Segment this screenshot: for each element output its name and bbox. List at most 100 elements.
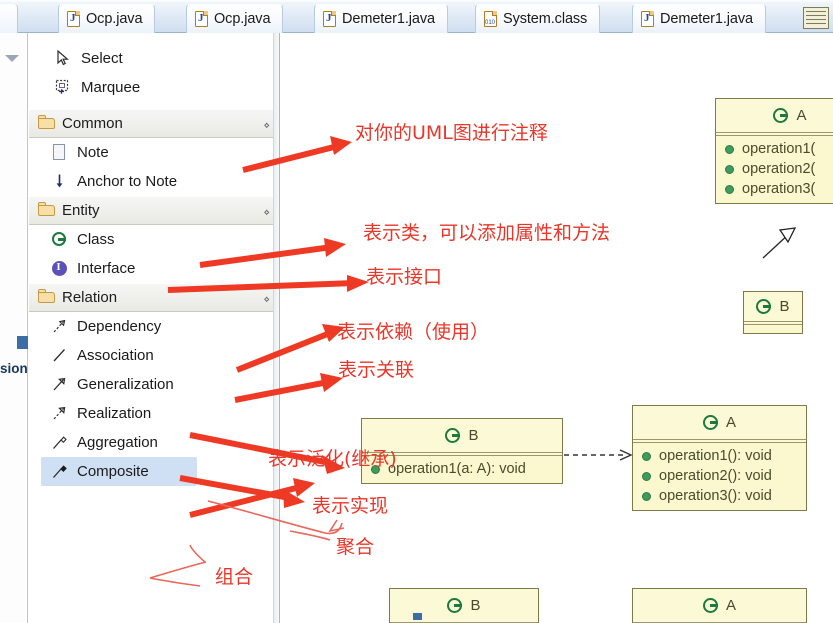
dependency-arrow-icon bbox=[51, 318, 68, 335]
uml-class-header: A bbox=[633, 589, 806, 623]
palette-item-label: Aggregation bbox=[77, 434, 158, 451]
palette-tool-label: Select bbox=[81, 50, 123, 67]
palette-item-anchor-to-note[interactable]: Anchor to Note bbox=[29, 167, 279, 196]
palette-item-label: Class bbox=[77, 231, 115, 248]
palette-item-label: Dependency bbox=[77, 318, 162, 335]
palette-item-label: Interface bbox=[77, 260, 136, 277]
uml-operations: operation1( operation2( operation3( bbox=[716, 136, 833, 203]
realization-arrow-icon bbox=[51, 405, 68, 422]
uml-operation-label: operation1(a: A): void bbox=[388, 461, 526, 477]
class-icon bbox=[445, 427, 461, 444]
composite-diamond-icon bbox=[51, 463, 68, 480]
palette-item-label: Composite bbox=[77, 463, 149, 480]
marquee-select-icon bbox=[55, 79, 72, 96]
anchor-arrow-icon bbox=[51, 173, 68, 190]
uml-operation: operation3( bbox=[716, 179, 833, 199]
uml-operation: operation1( bbox=[716, 139, 833, 159]
editor-tab-4[interactable]: J Demeter1.java bbox=[632, 4, 766, 33]
uml-operation-label: operation1(): void bbox=[659, 448, 772, 464]
palette-spacer bbox=[29, 102, 279, 109]
class-icon bbox=[702, 597, 719, 614]
palette-item-label: Note bbox=[77, 144, 109, 161]
palette-group-common[interactable]: Common ‹› bbox=[29, 109, 279, 138]
annotation-class: 表示类，可以添加属性和方法 bbox=[363, 222, 611, 244]
annotation-association: 表示关联 bbox=[338, 359, 415, 381]
annotation-dependency: 表示依赖（使用） bbox=[337, 321, 490, 343]
uml-class-a-bottom[interactable]: A bbox=[632, 588, 807, 623]
class-file-icon: 010 bbox=[484, 11, 497, 27]
uml-class-header: B bbox=[390, 589, 538, 623]
palette-item-composite[interactable]: Composite bbox=[41, 457, 197, 486]
java-file-icon: J bbox=[67, 11, 80, 27]
folder-icon bbox=[38, 115, 55, 132]
palette-item-generalization[interactable]: Generalization bbox=[29, 370, 279, 399]
clipped-left-view: sion ility bbox=[0, 33, 28, 623]
collapse-pin-icon[interactable]: ‹› bbox=[263, 205, 269, 219]
folder-icon bbox=[38, 202, 55, 219]
palette-top-spacer bbox=[29, 33, 279, 44]
uml-class-name: A bbox=[725, 597, 736, 614]
uml-class-header: A bbox=[716, 99, 833, 133]
editor-tab-bar: J Ocp.java J Ocp.java J Demeter1.java 01… bbox=[0, 0, 833, 33]
palette-item-association[interactable]: Association bbox=[29, 341, 279, 370]
uml-class-header: A bbox=[633, 406, 806, 440]
annotation-interface: 表示接口 bbox=[366, 266, 443, 288]
palette-item-label: Realization bbox=[77, 405, 152, 422]
palette-item-class[interactable]: Class bbox=[29, 225, 279, 254]
palette-item-label: Generalization bbox=[77, 376, 174, 393]
palette-group-relation[interactable]: Relation ‹› bbox=[29, 283, 279, 312]
editor-tab-label: Ocp.java bbox=[86, 11, 143, 27]
palette-group-label: Entity bbox=[62, 202, 100, 219]
uml-class-name: B bbox=[468, 427, 479, 444]
uml-operation: operation2( bbox=[716, 159, 833, 179]
chevron-down-icon[interactable] bbox=[5, 55, 19, 62]
editor-tab-1[interactable]: J Ocp.java bbox=[186, 4, 284, 33]
palette-tool-marquee[interactable]: Marquee bbox=[29, 73, 279, 102]
editor-tab-0[interactable]: J Ocp.java bbox=[58, 4, 156, 33]
editor-tab-2[interactable]: J Demeter1.java bbox=[314, 4, 448, 33]
class-icon bbox=[756, 298, 772, 315]
aggregation-diamond-icon bbox=[51, 434, 68, 451]
palette-item-note[interactable]: Note bbox=[29, 138, 279, 167]
palette-item-interface[interactable]: I Interface bbox=[29, 254, 279, 283]
palette-tool-select[interactable]: Select bbox=[29, 44, 279, 73]
palette-item-realization[interactable]: Realization bbox=[29, 399, 279, 428]
interface-icon: I bbox=[51, 260, 68, 277]
uml-class-a-top[interactable]: A operation1( operation2( operation3( bbox=[715, 98, 833, 204]
uml-class-name: B bbox=[470, 597, 481, 614]
editor-tab-label: Demeter1.java bbox=[660, 11, 753, 27]
editor-tab-3[interactable]: 010 System.class bbox=[475, 4, 601, 33]
palette-item-label: Anchor to Note bbox=[77, 173, 178, 190]
class-icon bbox=[51, 231, 68, 248]
uml-class-b-bottom[interactable]: B bbox=[389, 588, 539, 623]
palette-group-label: Relation bbox=[62, 289, 118, 306]
class-icon bbox=[773, 107, 789, 124]
uml-operations bbox=[744, 325, 802, 333]
palette-group-entity[interactable]: Entity ‹› bbox=[29, 196, 279, 225]
application-window: J Ocp.java J Ocp.java J Demeter1.java 01… bbox=[0, 0, 833, 623]
palette-group-label: Common bbox=[62, 115, 123, 132]
public-visibility-icon bbox=[642, 491, 651, 501]
annotation-composite: 组合 bbox=[215, 566, 254, 588]
cursor-arrow-icon bbox=[55, 50, 72, 67]
tab-partial-left[interactable] bbox=[0, 4, 18, 33]
collapse-pin-icon[interactable]: ‹› bbox=[263, 292, 269, 306]
editor-tab-label: Ocp.java bbox=[214, 11, 271, 27]
palette-item-label: Association bbox=[77, 347, 154, 364]
uml-class-name: B bbox=[779, 298, 790, 315]
association-line-icon bbox=[51, 347, 68, 364]
palette-item-aggregation[interactable]: Aggregation bbox=[29, 428, 279, 457]
uml-class-a-mid[interactable]: A operation1(): void operation2(): void … bbox=[632, 405, 807, 511]
uml-operation-label: operation2(): void bbox=[659, 468, 772, 484]
uml-class-b-top[interactable]: B bbox=[743, 291, 803, 334]
editor-list-icon[interactable] bbox=[803, 7, 829, 29]
folder-icon bbox=[38, 289, 55, 306]
collapse-pin-icon[interactable]: ‹› bbox=[263, 118, 269, 132]
palette-scrollbar[interactable] bbox=[273, 33, 279, 623]
uml-operation-label: operation3( bbox=[742, 181, 816, 197]
palette-tool-label: Marquee bbox=[81, 79, 141, 96]
selection-highlight bbox=[17, 336, 28, 349]
palette-item-dependency[interactable]: Dependency bbox=[29, 312, 279, 341]
note-icon bbox=[51, 144, 68, 161]
uml-class-name: A bbox=[725, 414, 736, 431]
